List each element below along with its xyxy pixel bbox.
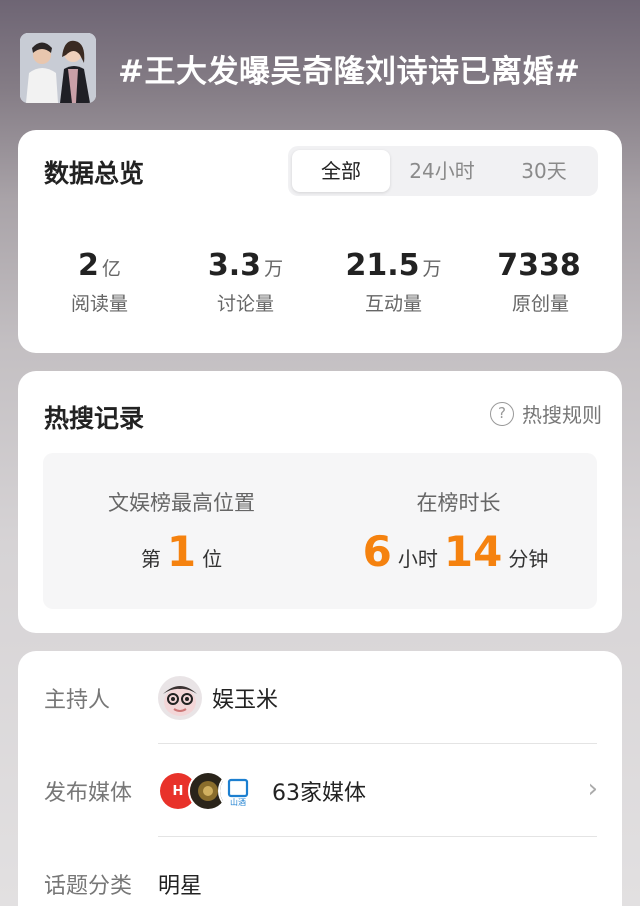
host-label: 主持人 — [44, 688, 111, 713]
tab-24h[interactable]: 24小时 — [392, 150, 492, 192]
stat-label: 原创量 — [511, 293, 569, 315]
stat-interactions: 21.5 万 互动量 — [318, 248, 469, 316]
stat-unit: 万 — [264, 258, 284, 280]
hours-unit: 小时 — [397, 547, 438, 571]
stat-unit: 亿 — [101, 258, 121, 280]
stat-label: 讨论量 — [216, 293, 274, 315]
overview-title: 数据总览 — [44, 159, 145, 188]
media-logo-text: 山酒 — [230, 797, 246, 807]
position-suffix: 位 — [202, 547, 223, 571]
chevron-right-icon[interactable]: › — [588, 774, 598, 804]
tab-all[interactable]: 全部 — [292, 150, 390, 192]
topic-info-card: 主持人 娱玉米 发布媒体 H 山酒 63家媒体 › 话题分类 明星 — [18, 651, 622, 906]
media-label: 发布媒体 — [44, 781, 133, 806]
category-label: 话题分类 — [44, 874, 133, 899]
duration-label: 在榜时长 — [416, 491, 501, 515]
hot-search-rules-link[interactable]: ? 热搜规则 — [490, 399, 602, 428]
stat-value: 3.3 — [207, 248, 262, 283]
stat-reads: 2亿 阅读量 — [24, 248, 175, 316]
position-prefix: 第 — [140, 547, 161, 571]
svg-text:H: H — [173, 784, 184, 799]
stat-originals: 7338 原创量 — [465, 248, 616, 316]
hot-search-title: 热搜记录 — [44, 404, 145, 433]
stat-label: 互动量 — [364, 293, 422, 315]
media-count: 63家媒体 — [272, 780, 366, 806]
stat-value: 21.5 — [345, 248, 420, 283]
position-value: 1 — [166, 527, 197, 576]
tab-30d[interactable]: 30天 — [494, 150, 594, 192]
data-overview-card: 数据总览 全部 24小时 30天 2亿 阅读量 3.3 万 讨论量 21.5 万 互… — [18, 130, 622, 353]
hot-search-stats: 文娱榜最高位置 第 1 位 在榜时长 6 小时 14 分钟 — [43, 453, 597, 609]
topic-thumbnail[interactable] — [20, 33, 96, 103]
duration-hours: 6 — [362, 527, 392, 576]
time-range-tabs: 全部 24小时 30天 — [288, 146, 598, 196]
stat-unit: 万 — [422, 258, 442, 280]
stat-discussions: 3.3 万 讨论量 — [170, 248, 321, 316]
highest-position: 文娱榜最高位置 第 1 位 — [43, 487, 320, 577]
highest-position-label: 文娱榜最高位置 — [108, 491, 255, 515]
category-value: 明星 — [158, 873, 203, 899]
media-logo-blue: 山酒 — [218, 770, 258, 811]
rules-label: 热搜规则 — [522, 403, 602, 427]
media-logos: H 山酒 — [158, 770, 258, 811]
minutes-unit: 分钟 — [508, 547, 549, 571]
duration-minutes: 14 — [443, 527, 503, 576]
hot-search-card: 热搜记录 ? 热搜规则 文娱榜最高位置 第 1 位 在榜时长 6 小时 14 分… — [18, 371, 622, 633]
topic-title: #王大发曝吴奇隆刘诗诗已离婚# — [118, 54, 581, 90]
stat-label: 阅读量 — [70, 293, 128, 315]
stat-value: 7338 — [497, 248, 581, 283]
host-avatar[interactable] — [158, 675, 202, 720]
on-list-duration: 在榜时长 6 小时 14 分钟 — [320, 487, 597, 577]
question-circle-icon: ? — [490, 401, 514, 426]
category-row: 话题分类 明星 — [18, 837, 622, 906]
host-row[interactable]: 主持人 娱玉米 — [18, 651, 622, 744]
topic-header: #王大发曝吴奇隆刘诗诗已离婚# — [0, 0, 640, 130]
host-name: 娱玉米 — [212, 687, 279, 713]
media-row[interactable]: 发布媒体 H 山酒 63家媒体 › — [18, 744, 622, 837]
stat-value: 2 — [78, 248, 99, 283]
